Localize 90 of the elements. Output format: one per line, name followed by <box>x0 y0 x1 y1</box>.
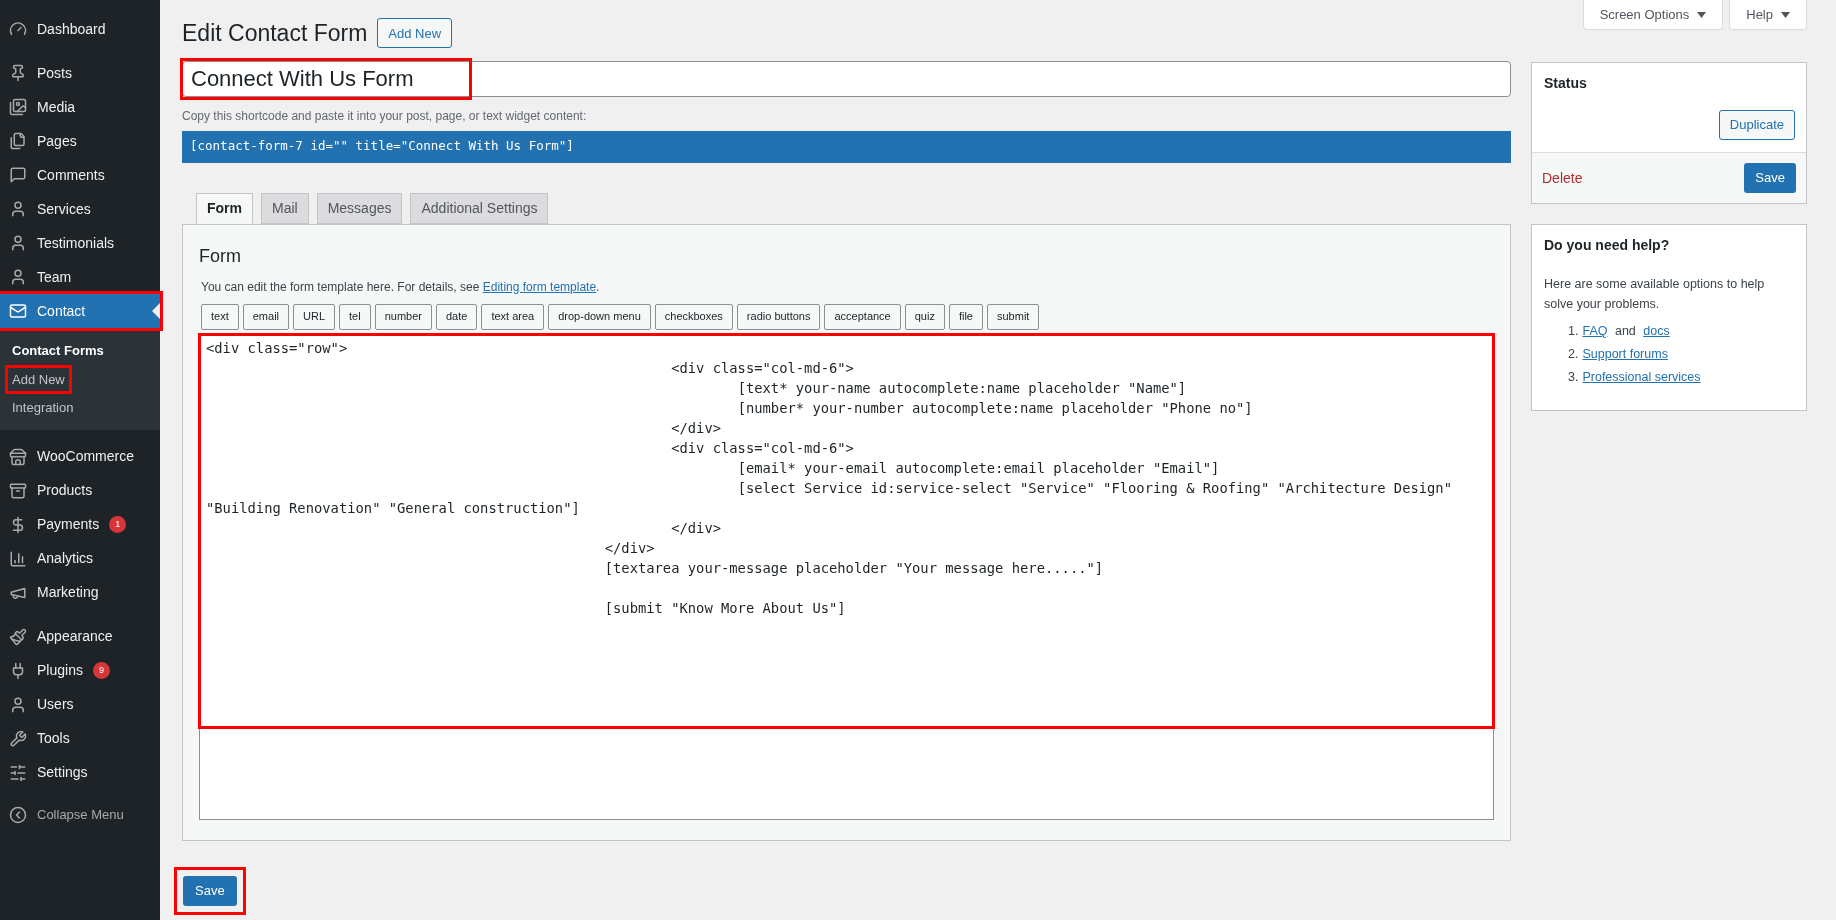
list-number: 1. <box>1568 323 1579 340</box>
sidebar-item[interactable]: Team <box>0 260 160 294</box>
submenu-item[interactable]: Contact Forms <box>8 339 108 363</box>
sidebar-item[interactable]: Settings <box>0 755 160 790</box>
tag-generator-button[interactable]: drop-down menu <box>548 303 651 330</box>
sidebar-item[interactable]: Media <box>0 90 160 124</box>
template-code: <div class="row"> <div class="col-md-6"> [text* your-name autocomplete:name placeholder "Name"] [number* your-number autocomplete:name placeholder "Phone no"] </div> <div class="col-md-6"> [email* your-email autocomplete:email placeholder "Email"] [select Service id:service-select "Service" "Flooring & Roofing" "Architecture Design" "Building Renovation" "General construction"] </div> </div> [textarea your-message placeholder "Your message here....."] [submit "Know More About Us"] <box>201 335 1492 726</box>
sidebar-item[interactable]: Appearance <box>0 619 160 654</box>
screen-meta-tab[interactable]: Help <box>1729 0 1807 30</box>
user-icon <box>9 268 27 286</box>
template-textarea[interactable] <box>199 333 1494 820</box>
tag-generator-button[interactable]: number <box>374 303 432 330</box>
screen-meta-tab[interactable]: Screen Options <box>1582 0 1724 30</box>
collapse-icon <box>9 805 27 824</box>
sidebar-item[interactable]: Comments <box>0 158 160 192</box>
count-badge: 1 <box>109 516 127 533</box>
sidebar-item[interactable]: Services <box>0 192 160 226</box>
shortcode-field[interactable]: [contact-form-7 id="" title="Connect With Us Form"] <box>182 130 1511 163</box>
store-icon <box>9 447 27 466</box>
sidebar-item[interactable]: Pages <box>0 124 160 158</box>
user-icon <box>9 200 27 218</box>
current-pointer-icon <box>152 303 160 319</box>
sidebar-item[interactable]: Payments 1 <box>0 507 160 542</box>
box-title: Status <box>1543 74 1588 93</box>
media-icon <box>9 98 27 116</box>
submenu-item[interactable]: Add New <box>8 367 69 391</box>
tab[interactable]: Form <box>196 192 253 224</box>
settings-icon <box>9 763 27 782</box>
tag-generator-button[interactable]: text <box>201 303 239 330</box>
envelope-icon <box>9 302 27 320</box>
help-link[interactable]: Support forums <box>1582 344 1668 364</box>
tag-generator-button[interactable]: checkboxes <box>654 303 733 330</box>
caret-icon <box>1781 11 1790 18</box>
sidebar-item[interactable]: WooCommerce <box>0 439 160 474</box>
wrench-icon <box>9 729 27 748</box>
user-icon <box>9 695 27 714</box>
pages-icon <box>9 132 27 150</box>
panel-heading: Form <box>199 244 242 268</box>
duplicate-button[interactable]: Duplicate <box>1718 110 1795 140</box>
sidebar-item[interactable]: Testimonials <box>0 226 160 260</box>
sidebar-item[interactable]: Marketing <box>0 575 160 610</box>
caret-icon <box>1697 11 1707 18</box>
tab[interactable]: Additional Settings <box>410 192 549 224</box>
box-icon <box>9 481 27 500</box>
tag-generator-button[interactable]: text area <box>481 303 545 330</box>
comment-icon <box>9 166 27 184</box>
add-new-button[interactable]: Add New <box>377 18 453 49</box>
tag-generator-button[interactable]: URL <box>293 303 336 330</box>
tag-generator-button[interactable]: email <box>242 303 290 330</box>
help-text: Here are some available options to help solve your problems. <box>1544 276 1766 313</box>
shortcode-hint: Copy this shortcode and paste it into your post, page, or text widget content: <box>182 107 588 125</box>
help-link[interactable]: Professional services <box>1582 367 1701 387</box>
tab[interactable]: Messages <box>316 192 403 224</box>
sidebar-item[interactable]: Tools <box>0 721 160 756</box>
joiner-text: and <box>1613 323 1637 340</box>
panel-description: You can edit the form template here. For details, see Editing form template. <box>201 278 601 296</box>
tag-generator-button[interactable]: date <box>435 303 478 330</box>
sidebar-item[interactable]: Dashboard <box>0 12 160 46</box>
save-button[interactable]: Save <box>183 875 237 906</box>
tag-generator-button[interactable]: tel <box>339 303 371 330</box>
sidebar-item[interactable]: Plugins 9 <box>0 653 160 688</box>
collapse-menu-button[interactable]: Collapse Menu <box>0 799 160 830</box>
help-link[interactable]: FAQ <box>1582 322 1608 341</box>
tag-generator-button[interactable]: radio buttons <box>736 303 821 330</box>
tag-generator-button[interactable]: acceptance <box>824 303 901 330</box>
dashboard-icon <box>9 20 27 38</box>
pin-icon <box>9 64 27 82</box>
list-number: 3. <box>1568 368 1579 386</box>
user-icon <box>9 234 27 252</box>
sidebar-item[interactable]: Contact <box>0 294 160 328</box>
count-badge: 9 <box>92 662 110 679</box>
brush-icon <box>9 627 27 646</box>
list-number: 2. <box>1568 345 1579 363</box>
tag-generator-button[interactable]: quiz <box>904 303 945 330</box>
tag-generator-button[interactable]: submit <box>987 303 1040 330</box>
tab[interactable]: Mail <box>261 192 309 224</box>
title-value: Connect With Us Form <box>183 60 469 97</box>
sidebar-item[interactable]: Analytics <box>0 541 160 576</box>
submenu-item[interactable]: Integration <box>8 396 78 420</box>
tag-generator-button[interactable]: file <box>948 303 983 330</box>
sidebar-item[interactable]: Posts <box>0 56 160 90</box>
bar-chart-icon <box>9 549 27 568</box>
box-title: Do you need help? <box>1544 236 1671 255</box>
sidebar-item[interactable]: Products <box>0 473 160 508</box>
page-title: Edit Contact Form <box>182 19 368 48</box>
title-input[interactable]: Connect With Us Form <box>182 60 1511 97</box>
sidebar-item[interactable]: Users <box>0 687 160 722</box>
delete-link[interactable]: Delete <box>1542 167 1583 189</box>
help-link[interactable]: docs <box>1643 322 1670 341</box>
status-save-button[interactable]: Save <box>1744 163 1796 193</box>
